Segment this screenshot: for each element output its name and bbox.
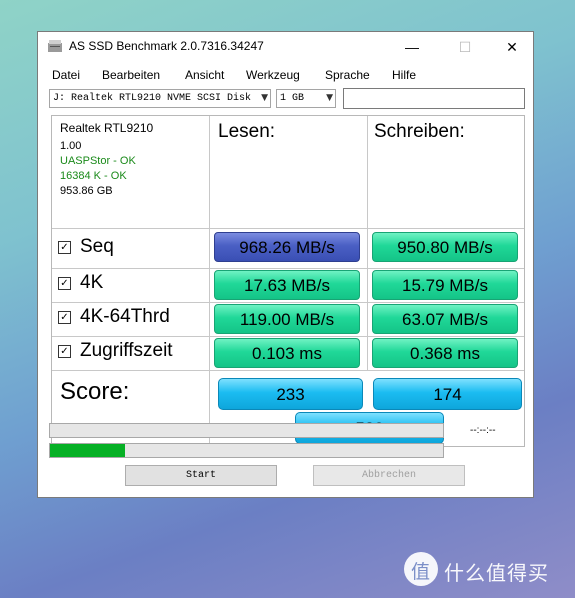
- checkbox-access[interactable]: ✓: [58, 345, 71, 358]
- size-select-value: 1 GB: [280, 93, 305, 104]
- score-write-value: 174: [373, 378, 522, 410]
- access-read-value: 0.103 ms: [214, 338, 360, 368]
- watermark-logo-icon: 值: [404, 552, 438, 586]
- window-title: AS SSD Benchmark 2.0.7316.34247: [69, 39, 264, 53]
- firmware-version: 1.00: [60, 140, 82, 152]
- progress-bar-total: [49, 443, 444, 458]
- close-button[interactable]: ✕: [489, 32, 535, 62]
- menu-werkzeug[interactable]: Werkzeug: [246, 68, 300, 82]
- write-column-header: Schreiben:: [374, 121, 465, 142]
- watermark: 值 什么值得买: [404, 552, 564, 588]
- checkbox-seq[interactable]: ✓: [58, 241, 71, 254]
- menu-hilfe[interactable]: Hilfe: [392, 68, 416, 82]
- 4k64-write-value: 63.07 MB/s: [372, 304, 518, 334]
- 4k64-read-value: 119.00 MB/s: [214, 304, 360, 334]
- drive-select-value: J: Realtek RTL9210 NVME SCSI Disk: [53, 93, 252, 104]
- row-access-label[interactable]: ✓ Zugriffszeit: [58, 340, 173, 362]
- menu-bearbeiten[interactable]: Bearbeiten: [102, 68, 160, 82]
- seq-write-value: 950.80 MB/s: [372, 232, 518, 262]
- menu-sprache[interactable]: Sprache: [325, 68, 370, 82]
- results-panel: Realtek RTL9210 1.00 UASPStor - OK 16384…: [51, 115, 525, 447]
- progress-bar-current: [49, 423, 444, 438]
- maximize-button[interactable]: ☐: [442, 32, 488, 62]
- watermark-text: 什么值得买: [444, 561, 549, 585]
- row-4k-label[interactable]: ✓ 4K: [58, 272, 103, 294]
- cancel-button[interactable]: Abbrechen: [313, 465, 465, 486]
- row-seq-label[interactable]: ✓ Seq: [58, 236, 114, 258]
- menu-bar: Datei Bearbeiten Ansicht Werkzeug Sprach…: [38, 66, 533, 86]
- read-column-header: Lesen:: [218, 121, 276, 142]
- title-bar[interactable]: AS SSD Benchmark 2.0.7316.34247 — ☐ ✕: [38, 32, 533, 62]
- checkbox-4k64[interactable]: ✓: [58, 311, 71, 324]
- capacity: 953.86 GB: [60, 185, 113, 197]
- elapsed-time: --:--:--: [470, 425, 496, 436]
- size-select[interactable]: 1 GB ▼: [276, 89, 336, 108]
- menu-datei[interactable]: Datei: [52, 68, 80, 82]
- score-label: Score:: [60, 378, 130, 405]
- app-icon: [48, 40, 62, 52]
- drive-name: Realtek RTL9210: [60, 121, 154, 135]
- text-field[interactable]: [343, 88, 525, 109]
- progress-fill-total: [50, 444, 125, 457]
- minimize-button[interactable]: —: [389, 32, 435, 62]
- row-4k64-label[interactable]: ✓ 4K-64Thrd: [58, 306, 170, 328]
- start-button[interactable]: Start: [125, 465, 277, 486]
- drive-select[interactable]: J: Realtek RTL9210 NVME SCSI Disk ▼: [49, 89, 271, 108]
- seq-read-value: 968.26 MB/s: [214, 232, 360, 262]
- chevron-down-icon: ▼: [326, 93, 333, 103]
- 4k-write-value: 15.79 MB/s: [372, 270, 518, 300]
- driver-status: UASPStor - OK: [60, 155, 136, 167]
- menu-ansicht[interactable]: Ansicht: [185, 68, 224, 82]
- app-window: AS SSD Benchmark 2.0.7316.34247 — ☐ ✕ Da…: [37, 31, 534, 498]
- access-write-value: 0.368 ms: [372, 338, 518, 368]
- alignment-status: 16384 K - OK: [60, 170, 127, 182]
- chevron-down-icon: ▼: [261, 93, 268, 103]
- checkbox-4k[interactable]: ✓: [58, 277, 71, 290]
- score-read-value: 233: [218, 378, 363, 410]
- 4k-read-value: 17.63 MB/s: [214, 270, 360, 300]
